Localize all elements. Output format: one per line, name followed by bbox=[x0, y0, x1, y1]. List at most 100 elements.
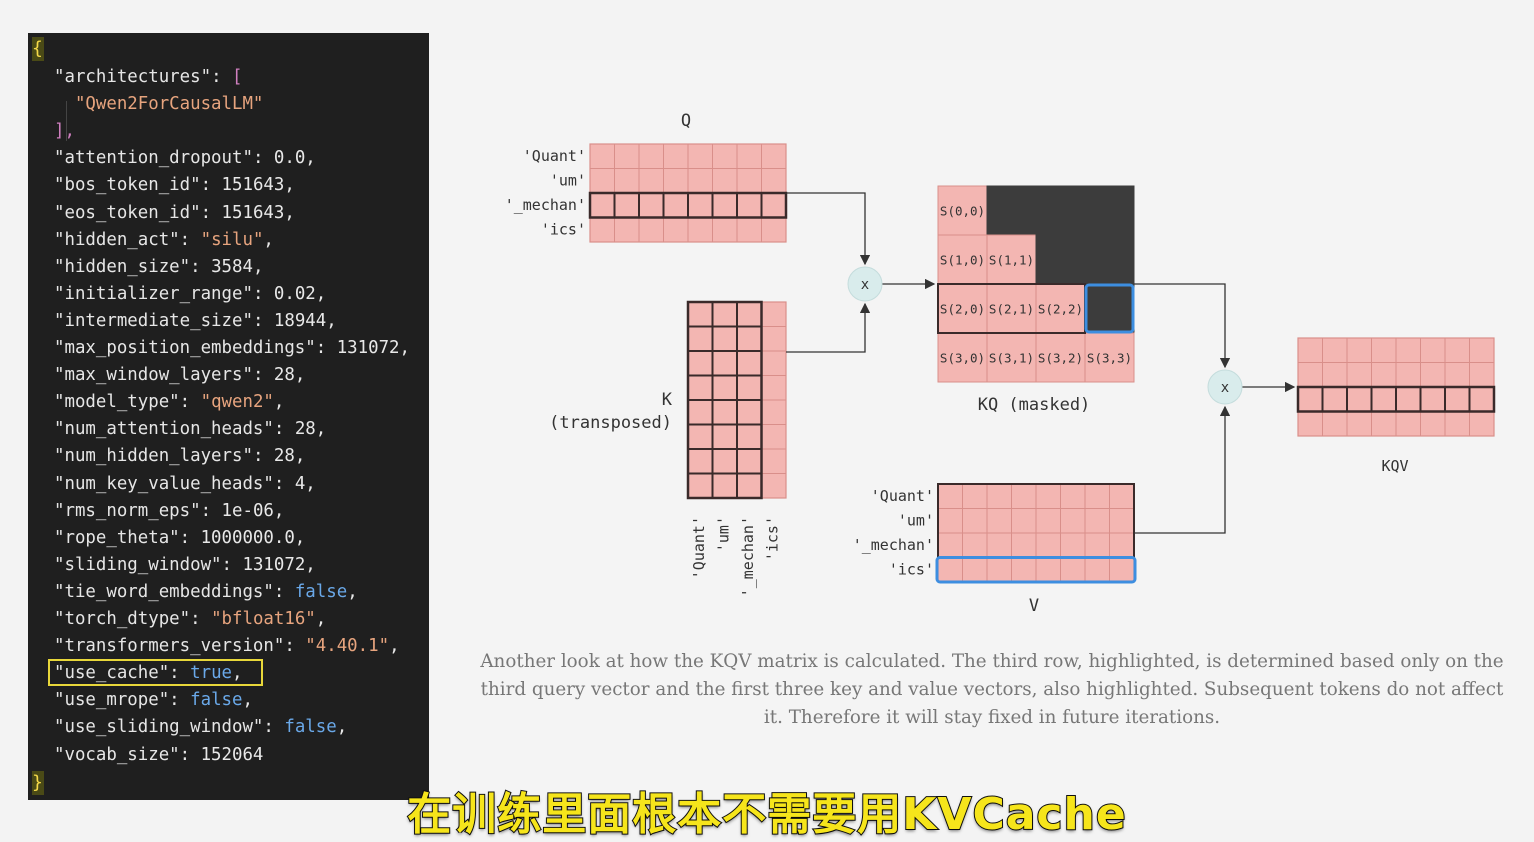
json-token: "num_key_value_heads" bbox=[54, 473, 274, 494]
k-transposed-label: (transposed) bbox=[549, 413, 672, 433]
json-token: : 18944, bbox=[252, 310, 337, 331]
json-line: "rope_theta": 1000000.0, bbox=[54, 526, 305, 550]
json-token: "attention_dropout" bbox=[54, 148, 253, 169]
json-token: , bbox=[242, 690, 253, 711]
json-line: "max_position_embeddings": 131072, bbox=[54, 336, 410, 360]
json-token: : bbox=[169, 690, 191, 711]
json-token: : bbox=[179, 392, 201, 413]
q-token-label: '_mechan' bbox=[505, 196, 586, 214]
json-token: "num_hidden_layers" bbox=[54, 446, 253, 467]
json-token: , bbox=[389, 636, 400, 657]
json-token: "torch_dtype" bbox=[54, 609, 191, 629]
k-token-label: 'um' bbox=[715, 516, 733, 552]
k-token-label: '_mechan' bbox=[739, 516, 757, 597]
json-line: "model_type": "qwen2", bbox=[54, 390, 284, 414]
json-token: "Qwen2ForCausalLM" bbox=[54, 94, 264, 115]
kq-masked-matrix: S(0,0) S(1,0) S(1,1) S(2,0) S(2,1) S(2,2) S(3,… bbox=[937, 185, 1135, 383]
kq-cell-label: S(2,2) bbox=[1038, 302, 1083, 317]
json-line: ], bbox=[54, 119, 75, 143]
json-token: false bbox=[294, 581, 348, 602]
q-token-label: 'Quant' bbox=[523, 147, 586, 165]
kq-masked-cell bbox=[986, 185, 1037, 236]
q-token-label: 'ics' bbox=[541, 221, 586, 239]
json-token: : 0.0, bbox=[252, 148, 316, 169]
json-line: "torch_dtype": "bfloat16", bbox=[54, 607, 326, 631]
json-token: : 4, bbox=[273, 473, 316, 494]
json-line: "tie_word_embeddings": false, bbox=[54, 580, 358, 604]
json-token: : bbox=[284, 636, 306, 657]
json-line: "bos_token_id": 151643, bbox=[54, 173, 295, 197]
json-token: ], bbox=[54, 121, 75, 142]
json-line: "rms_norm_eps": 1e-06, bbox=[54, 499, 284, 523]
q-token-label: 'um' bbox=[550, 172, 586, 190]
config-json-panel: { "architectures": [ "Qwen2ForCausalLM"]… bbox=[28, 33, 429, 800]
json-token: "architectures" bbox=[54, 67, 212, 87]
v-token-label: 'ics' bbox=[889, 561, 934, 579]
json-token: false bbox=[190, 690, 243, 711]
json-token: , bbox=[273, 392, 285, 413]
json-token: : 151643, bbox=[200, 202, 295, 223]
kq-cell-label: S(2,0) bbox=[940, 302, 985, 317]
json-token: : 152064 bbox=[179, 744, 264, 765]
q-matrix: 'Quant' 'um' '_mechan' 'ics' bbox=[505, 143, 788, 243]
v-label: V bbox=[1029, 596, 1039, 616]
json-token: : 28, bbox=[252, 446, 306, 467]
json-token: : 0.02, bbox=[252, 283, 327, 304]
json-line: "sliding_window": 131072, bbox=[54, 553, 316, 577]
json-token: "hidden_size" bbox=[54, 256, 191, 277]
k-label: K bbox=[662, 390, 673, 410]
json-token: : bbox=[263, 717, 285, 738]
v-matrix: 'Quant' 'um' '_mechan' 'ics' bbox=[853, 483, 1137, 584]
json-token: false bbox=[284, 717, 337, 738]
json-token: : 28, bbox=[252, 365, 306, 386]
json-token: "sliding_window" bbox=[54, 554, 222, 575]
kq-cell-label: S(3,2) bbox=[1038, 351, 1083, 366]
flow-arrow bbox=[1134, 283, 1231, 369]
json-token: "model_type" bbox=[54, 392, 180, 413]
json-token: : 131072, bbox=[315, 338, 410, 358]
kqv-label: KQV bbox=[1381, 457, 1408, 475]
json-token: , bbox=[263, 229, 274, 250]
json-line: "attention_dropout": 0.0, bbox=[54, 146, 316, 170]
use-cache-highlight-box bbox=[48, 659, 263, 687]
json-token: "bfloat16" bbox=[211, 609, 316, 629]
json-line: "num_key_value_heads": 4, bbox=[54, 472, 316, 496]
kq-masked-cell bbox=[1084, 234, 1135, 285]
json-line: "hidden_act": "silu", bbox=[54, 228, 274, 252]
json-token: "eos_token_id" bbox=[54, 202, 201, 223]
json-line: "intermediate_size": 18944, bbox=[54, 309, 337, 333]
v-token-label: '_mechan' bbox=[853, 536, 934, 554]
json-token: : 151643, bbox=[200, 175, 295, 196]
kq-label: KQ (masked) bbox=[978, 395, 1091, 415]
json-token: "max_position_embeddings" bbox=[54, 338, 316, 358]
json-token: "rms_norm_eps" bbox=[54, 500, 201, 521]
json-token: "4.40.1" bbox=[305, 636, 390, 657]
json-token: "num_attention_heads" bbox=[54, 419, 274, 440]
kq-masked-cell bbox=[1035, 234, 1086, 285]
k-token-label: 'Quant' bbox=[690, 516, 708, 579]
json-token: : bbox=[273, 581, 295, 602]
json-token: , bbox=[336, 717, 348, 738]
json-token: "use_sliding_window" bbox=[54, 717, 264, 738]
json-token: "qwen2" bbox=[200, 392, 274, 413]
json-token: "vocab_size" bbox=[54, 744, 180, 765]
json-line: "architectures": [ bbox=[54, 65, 243, 89]
v-token-label: 'Quant' bbox=[871, 487, 934, 505]
kq-cell-label: S(3,3) bbox=[1087, 351, 1132, 366]
json-line: "initializer_range": 0.02, bbox=[54, 282, 326, 306]
kq-cell-label: S(2,1) bbox=[989, 302, 1034, 317]
kq-cell-label: S(1,0) bbox=[940, 253, 985, 268]
flow-arrow bbox=[786, 302, 871, 353]
kq-cell-label: S(3,1) bbox=[989, 351, 1034, 366]
json-token: [ bbox=[232, 67, 243, 87]
json-line: "num_attention_heads": 28, bbox=[54, 417, 326, 441]
json-line: "use_mrope": false, bbox=[54, 688, 253, 712]
json-token: , bbox=[347, 581, 358, 602]
json-token: "max_window_layers" bbox=[54, 365, 253, 386]
kq-cell-label: S(0,0) bbox=[940, 204, 985, 219]
json-line: "num_hidden_layers": 28, bbox=[54, 444, 305, 468]
video-subtitle: 在训练里面根本不需要用KVCache bbox=[406, 788, 1127, 841]
json-line: "eos_token_id": 151643, bbox=[54, 201, 295, 225]
json-token: "transformers_version" bbox=[54, 636, 285, 657]
json-token: : bbox=[211, 67, 233, 87]
